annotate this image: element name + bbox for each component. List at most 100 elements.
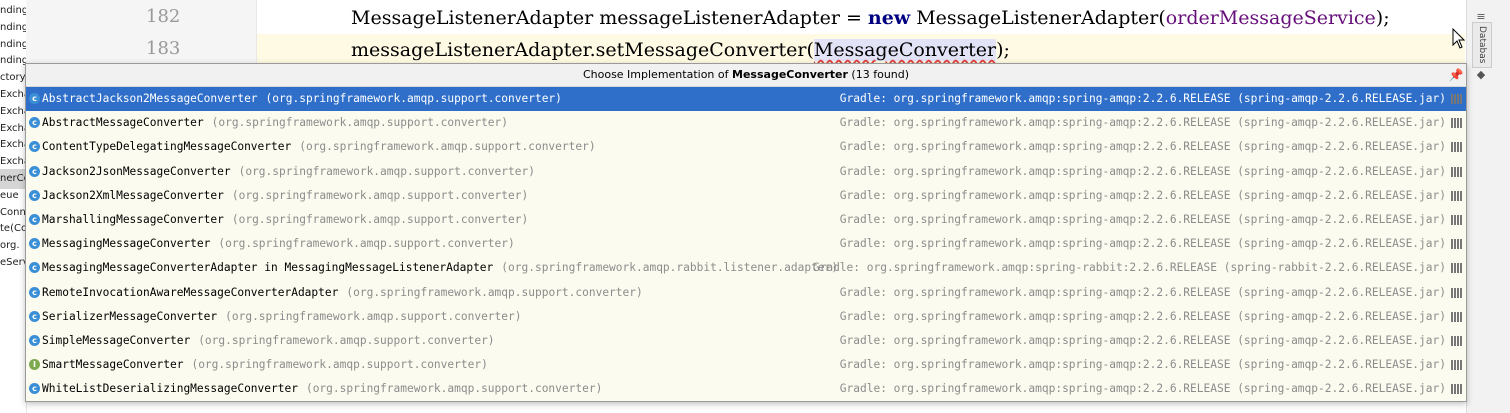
class-icon: c bbox=[29, 286, 40, 298]
implementation-row[interactable]: c RemoteInvocationAwareMessageConverterAd… bbox=[26, 281, 1466, 305]
implementation-name-container: AbstractJackson2MessageConverter (org.spr… bbox=[42, 87, 562, 111]
class-name: MessagingMessageConverterAdapter in Mess… bbox=[42, 261, 494, 275]
class-name: AbstractJackson2MessageConverter bbox=[42, 92, 258, 105]
library-icon bbox=[1451, 263, 1462, 274]
library-source: Gradle: org.springframework.amqp:spring-… bbox=[839, 212, 1446, 226]
implementation-row[interactable]: c MessagingMessageConverterAdapter in Mes… bbox=[26, 256, 1466, 280]
library-icon bbox=[1451, 214, 1462, 225]
highlighted-type-reference[interactable]: MessageConverter bbox=[813, 39, 997, 61]
implementation-row[interactable]: c AbstractMessageConverter (org.springfram… bbox=[26, 111, 1466, 135]
library-source: Gradle: org.springframework.amqp:spring-… bbox=[839, 116, 1446, 130]
package-name: (org.springframework.amqp.support.conver… bbox=[231, 212, 529, 226]
package-name: (org.springframework.amqp.support.conver… bbox=[211, 116, 509, 130]
library-icon bbox=[1451, 360, 1462, 371]
class-name: SerializerMessageConverter bbox=[42, 309, 218, 323]
code-segment: MessageListenerAdapter( bbox=[910, 7, 1166, 29]
library-source: Gradle: org.springframework.amqp:spring-… bbox=[839, 333, 1446, 347]
library-source: Gradle: org.springframework.amqp:spring-… bbox=[839, 140, 1446, 154]
class-name: ContentTypeDelegatingMessageConverter bbox=[42, 140, 292, 154]
package-name: (org.springframework.amqp.support.conver… bbox=[299, 140, 596, 154]
package-name: (org.springframework.amqp.rabbit.listene… bbox=[501, 261, 839, 275]
code-line-current[interactable]: messageListenerAdapter.setMessageConvert… bbox=[257, 34, 1465, 66]
library-icon bbox=[1451, 384, 1462, 395]
implementation-name-container: SmartMessageConverter (org.springframewor… bbox=[42, 353, 488, 377]
line-number: 183 bbox=[146, 38, 181, 59]
choose-implementation-popup: Choose Implementation of MessageConverte… bbox=[25, 63, 1467, 402]
class-icon: c bbox=[29, 262, 40, 274]
class-name: MarshallingMessageConverter bbox=[42, 212, 224, 226]
keyword-new: new bbox=[867, 7, 911, 29]
class-name: RemoteInvocationAwareMessageConverterAda… bbox=[42, 285, 339, 299]
code-segment: messageListenerAdapter.setMessageConvert… bbox=[351, 39, 814, 61]
pin-icon[interactable]: ◆ bbox=[1474, 68, 1488, 82]
package-name: (org.springframework.amqp.support.conver… bbox=[238, 164, 535, 178]
library-source: Gradle: org.springframework.amqp:spring-… bbox=[839, 92, 1446, 105]
class-icon: c bbox=[29, 310, 40, 322]
package-name: (org.springframework.amqp.support.conver… bbox=[225, 309, 522, 323]
library-source: Gradle: org.springframework.amqp:spring-… bbox=[839, 188, 1446, 202]
code-segment: MessageListenerAdapter messageListenerAd… bbox=[351, 7, 868, 29]
class-icon: c bbox=[29, 334, 40, 346]
library-icon bbox=[1451, 335, 1462, 346]
class-name: WhiteListDeserializingMessageConverter bbox=[42, 382, 298, 396]
library-source: Gradle: org.springframework.amqp:spring-… bbox=[839, 237, 1446, 251]
class-name: SimpleMessageConverter bbox=[42, 333, 191, 347]
class-icon: c bbox=[29, 189, 40, 201]
class-icon: c bbox=[29, 165, 40, 177]
library-source: Gradle: org.springframework.amqp:spring-… bbox=[839, 382, 1446, 396]
implementation-name-container: MessagingMessageConverter (org.springfram… bbox=[42, 232, 515, 256]
popup-title-class: MessageConverter bbox=[732, 68, 848, 81]
implementation-row[interactable]: c MarshallingMessageConverter (org.springf… bbox=[26, 208, 1466, 232]
implementation-name-container: Jackson2XmlMessageConverter (org.springfr… bbox=[42, 184, 528, 208]
package-name: (org.springframework.amqp.support.conver… bbox=[305, 382, 603, 396]
implementation-row[interactable]: c MessagingMessageConverter (org.springfra… bbox=[26, 232, 1466, 256]
project-tree-panel: ndingndingndingndingctory(ExchaExchaExch… bbox=[0, 0, 27, 413]
tree-item[interactable]: eServ bbox=[0, 253, 26, 273]
class-icon: c bbox=[29, 141, 40, 153]
implementation-row[interactable]: c WhiteListDeserializingMessageConverter (… bbox=[26, 377, 1466, 401]
implementation-row[interactable]: c SimpleMessageConverter (org.springframew… bbox=[26, 329, 1466, 353]
implementation-name-container: SerializerMessageConverter (org.springfra… bbox=[42, 305, 522, 329]
interface-icon: I bbox=[29, 359, 40, 371]
implementation-row[interactable]: c Jackson2JsonMessageConverter (org.spring… bbox=[26, 160, 1466, 184]
code-editor[interactable]: MessageListenerAdapter messageListenerAd… bbox=[257, 0, 1465, 66]
implementation-name-container: AbstractMessageConverter (org.springframe… bbox=[42, 111, 508, 135]
library-icon bbox=[1451, 118, 1462, 129]
implementation-name-container: SimpleMessageConverter (org.springframewo… bbox=[42, 329, 495, 353]
class-name: Jackson2JsonMessageConverter bbox=[42, 164, 231, 178]
library-source: Gradle: org.springframework.amqp:spring-… bbox=[839, 164, 1446, 178]
implementation-name-container: Jackson2JsonMessageConverter (org.springf… bbox=[42, 160, 535, 184]
class-icon: c bbox=[29, 117, 40, 129]
implementation-row[interactable]: c Jackson2XmlMessageConverter (org.springf… bbox=[26, 184, 1466, 208]
line-number-gutter: 182 183 bbox=[26, 0, 257, 66]
class-icon: c bbox=[29, 93, 40, 104]
class-icon: c bbox=[29, 238, 40, 250]
library-icon bbox=[1451, 142, 1462, 153]
implementation-row[interactable]: c AbstractJackson2MessageConverter (org.sp… bbox=[26, 87, 1466, 112]
package-name: (org.springframework.amqp.support.conver… bbox=[231, 188, 529, 202]
class-name: SmartMessageConverter bbox=[42, 358, 184, 372]
package-name: (org.springframework.amqp.support.conver… bbox=[346, 285, 643, 299]
popup-title-count: (13 found) bbox=[847, 68, 910, 81]
library-icon bbox=[1451, 94, 1462, 104]
class-icon: c bbox=[29, 213, 40, 225]
mouse-cursor-icon bbox=[1452, 28, 1466, 49]
class-name: MessagingMessageConverter bbox=[42, 237, 211, 251]
implementation-row[interactable]: I SmartMessageConverter (org.springframewo… bbox=[26, 353, 1466, 377]
library-icon bbox=[1451, 239, 1462, 250]
implementation-name-container: RemoteInvocationAwareMessageConverterAda… bbox=[42, 281, 643, 305]
class-name: Jackson2XmlMessageConverter bbox=[42, 188, 224, 202]
implementation-row[interactable]: c ContentTypeDelegatingMessageConverter (o… bbox=[26, 135, 1466, 159]
tool-window-tab-database[interactable]: Databas bbox=[1472, 22, 1492, 68]
code-segment: ); bbox=[996, 39, 1010, 61]
class-icon: c bbox=[29, 383, 40, 395]
implementation-name-container: WhiteListDeserializingMessageConverter (o… bbox=[42, 377, 602, 401]
implementation-row[interactable]: c SerializerMessageConverter (org.springfr… bbox=[26, 305, 1466, 329]
code-line[interactable]: MessageListenerAdapter messageListenerAd… bbox=[257, 2, 1465, 34]
implementation-name-container: MessagingMessageConverterAdapter in Mess… bbox=[42, 256, 838, 280]
library-source: Gradle: org.springframework.amqp:spring-… bbox=[812, 261, 1446, 275]
line-number: 182 bbox=[146, 6, 181, 27]
package-name: (org.springframework.amqp.support.conver… bbox=[218, 237, 515, 251]
pin-icon[interactable]: 📌 bbox=[1448, 67, 1464, 83]
package-name: (org.springframework.amqp.support.conver… bbox=[191, 358, 488, 372]
